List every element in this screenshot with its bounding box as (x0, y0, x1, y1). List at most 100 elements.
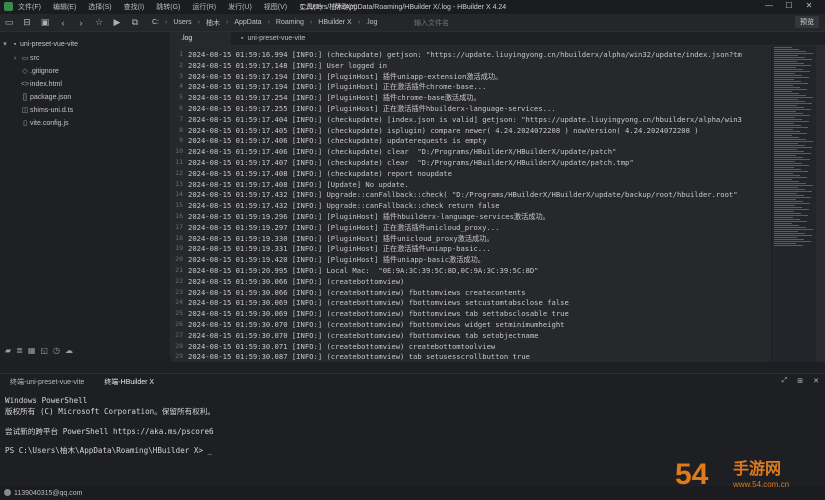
log-line: 26 2024-08-15 01:59:30.070 [INFO:] (creat… (171, 319, 771, 330)
js-file-icon: ▯ (23, 120, 27, 127)
vertical-scrollbar[interactable] (816, 46, 825, 362)
folder-icon[interactable]: ▰ (5, 346, 11, 355)
tab-uni-preset[interactable]: ▪ uni-preset-vue-vite (231, 32, 315, 45)
minimap-line (774, 107, 804, 108)
log-line: 12 2024-08-15 01:59:17.408 [INFO:] (check… (171, 168, 771, 179)
line-number: 1 (179, 50, 183, 58)
minimap-line (774, 155, 796, 156)
menu-publish[interactable]: 发行(U) (228, 2, 252, 12)
new-terminal-icon[interactable]: ⊞ (797, 377, 803, 385)
menu-view[interactable]: 视图(V) (264, 2, 287, 12)
new-file-icon[interactable]: ▭ (0, 17, 18, 28)
line-number: 28 (175, 341, 183, 350)
crumb-file[interactable]: .log (366, 19, 377, 26)
minimap-line (774, 193, 797, 194)
log-text: 2024-08-15 01:59:17.194 [INFO:] [PluginH… (188, 71, 503, 81)
user-account[interactable]: 1139040315@qq.com (14, 490, 82, 497)
menu-edit[interactable]: 编辑(E) (53, 2, 76, 12)
tree-item-gitignore[interactable]: ◇ .gitignore (20, 65, 59, 77)
maximize-icon[interactable]: ☐ (779, 1, 799, 10)
forward-icon[interactable]: › (72, 18, 90, 28)
editor[interactable]: 1 2024-08-15 01:59:16.994 [INFO:] (checku… (171, 46, 771, 362)
minimap-line (774, 123, 794, 124)
crumb-hbuilderx[interactable]: HBuilder X (318, 19, 351, 26)
minimize-icon[interactable]: — (759, 1, 779, 10)
project-sidebar: ▾ ▪ uni-preset-vue-vite › ▭ src ◇ .gitig… (0, 32, 171, 357)
close-panel-icon[interactable]: ✕ (813, 377, 819, 385)
log-line: 10 2024-08-15 01:59:17.406 [INFO:] (check… (171, 146, 771, 157)
cloud-icon[interactable]: ☁ (65, 346, 73, 355)
minimap-line (774, 167, 794, 168)
watermark-title: 手游网 (733, 459, 781, 478)
menu-find[interactable]: 查找(I) (124, 2, 145, 12)
plugin-icon[interactable]: ◱ (40, 346, 48, 355)
save-icon[interactable]: ▣ (36, 17, 54, 28)
minimap-line (774, 175, 800, 176)
tree-item-index-html[interactable]: <> index.html (20, 78, 62, 90)
history-icon[interactable]: ◷ (53, 346, 60, 355)
crumb-appdata[interactable]: AppData (234, 19, 261, 26)
tree-item-package-json[interactable]: [] package.json (20, 91, 71, 103)
back-icon[interactable]: ‹ (54, 18, 72, 28)
minimap-line (774, 137, 799, 138)
menu-file[interactable]: 文件(F) (18, 2, 41, 12)
crumb-drive[interactable]: C: (152, 19, 159, 26)
log-line: 15 2024-08-15 01:59:17.432 [INFO:] Upgrad… (171, 200, 771, 211)
menu-select[interactable]: 选择(S) (88, 2, 111, 12)
tree-item-src[interactable]: › ▭ src (10, 52, 40, 64)
publish-icon[interactable]: ⧉ (126, 17, 144, 28)
log-line: 4 2024-08-15 01:59:17.194 [INFO:] [Plugin… (171, 81, 771, 92)
log-line: 29 2024-08-15 01:59:30.087 [INFO:] (creat… (171, 351, 771, 362)
minimap-line (774, 93, 799, 94)
tree-item-vite-config[interactable]: ▯ vite.config.js (20, 117, 68, 129)
run-icon[interactable]: ▶ (108, 17, 126, 28)
log-text: 2024-08-15 01:59:17.254 [INFO:] [PluginH… (188, 93, 481, 103)
menu-goto[interactable]: 跳转(G) (156, 2, 180, 12)
log-text: 2024-08-15 01:59:30.066 [INFO:] (createb… (188, 287, 526, 297)
log-line: 20 2024-08-15 01:59:19.420 [INFO:] [Plugi… (171, 254, 771, 265)
minimap-line (774, 113, 803, 114)
menu-run[interactable]: 运行(R) (192, 2, 216, 12)
terminal-tab-hbuilder[interactable]: 终端-HBuilder X (94, 374, 165, 391)
terminal-tab-uni[interactable]: 终端-uni-preset-vue-vite (0, 374, 94, 390)
log-line: 24 2024-08-15 01:59:30.069 [INFO:] (creat… (171, 297, 771, 308)
tree-project-root[interactable]: ▾ ▪ uni-preset-vue-vite (0, 38, 78, 50)
line-number: 15 (175, 201, 183, 210)
log-line: 1 2024-08-15 01:59:16.994 [INFO:] (checku… (171, 49, 771, 60)
close-icon[interactable]: ✕ (799, 1, 819, 10)
minimap-line (774, 177, 807, 178)
crumb-roaming[interactable]: Roaming (276, 19, 304, 26)
tree-item-shims[interactable]: ◫ shims-uni.d.ts (20, 104, 74, 116)
html-file-icon: <> (20, 80, 30, 88)
preview-button[interactable]: 预览 (795, 16, 819, 28)
list-icon[interactable]: ≣ (16, 346, 23, 355)
tab-log[interactable]: .log (171, 32, 231, 45)
file-search-input[interactable] (412, 16, 746, 30)
minimap-line (774, 201, 803, 202)
crumb-users[interactable]: Users (173, 19, 191, 26)
minimap[interactable] (772, 46, 816, 362)
maximize-panel-icon[interactable]: ⤢ (782, 377, 788, 385)
user-icon[interactable] (4, 489, 11, 496)
minimap-line (774, 57, 805, 58)
log-line: 11 2024-08-15 01:59:17.407 [INFO:] (check… (171, 157, 771, 168)
line-number: 21 (175, 266, 183, 274)
log-text: 2024-08-15 01:59:19.420 [INFO:] [PluginH… (188, 255, 485, 265)
line-number: 12 (175, 168, 183, 177)
terminal-line: 版权所有 (C) Microsoft Corporation。保留所有权利。 (5, 407, 215, 416)
log-text: 2024-08-15 01:59:20.995 [INFO:] Local Ma… (188, 266, 539, 275)
minimap-line (774, 121, 809, 122)
minimap-line (774, 65, 811, 66)
folder-icon: ▪ (241, 35, 244, 42)
minimap-line (774, 183, 806, 184)
star-icon[interactable]: ☆ (90, 17, 108, 28)
chevron-right-icon: › (13, 54, 17, 62)
log-line: 27 2024-08-15 01:59:30.070 [INFO:] (creat… (171, 330, 771, 341)
title-bar: 文件(F) 编辑(E) 选择(S) 查找(I) 跳转(G) 运行(R) 发行(U… (0, 0, 825, 14)
log-text: 2024-08-15 01:59:17.432 [INFO:] Upgrade:… (188, 190, 738, 200)
crumb-user[interactable]: 柚木 (206, 18, 220, 28)
minimap-line (774, 131, 800, 132)
grid-icon[interactable]: ▦ (28, 346, 36, 355)
open-icon[interactable]: ⊟ (18, 17, 36, 28)
terminal-line: 尝试新的跨平台 PowerShell https://aka.ms/pscore… (5, 427, 214, 436)
